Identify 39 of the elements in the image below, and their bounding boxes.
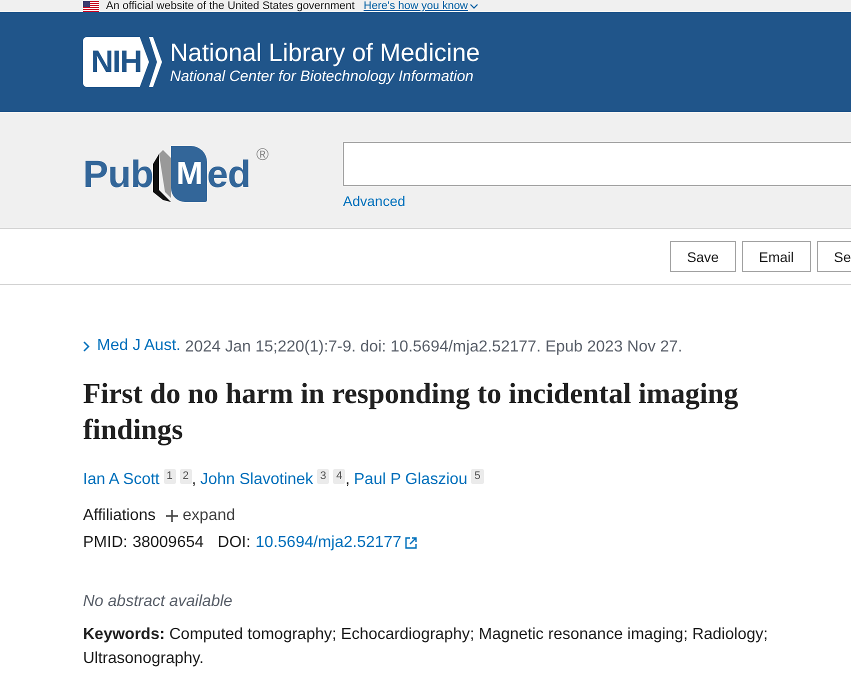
site-subtitle: National Center for Biotechnology Information (170, 68, 475, 86)
logo-text[interactable]: Pub (83, 156, 154, 194)
registered-mark: ® (256, 145, 269, 165)
author-link[interactable]: Paul P Glasziou (354, 468, 468, 492)
identifier-label: DOI: (218, 532, 251, 552)
keywords-text: Keywords: Computed tomography; Echocardiography; Magnetic resonance imaging; Radiology; Ultrasonography. (83, 624, 769, 668)
identifier-value: 38009654 (132, 532, 204, 552)
article-title: First do no harm in responding to incidental imaging findings (83, 376, 740, 448)
author-separator: , (192, 470, 196, 490)
author-link[interactable]: Ian A Scott (83, 468, 160, 492)
citation-text: Med J Aust. 2024 Jan 15;220(1):7-9. doi: 10.5694/mja2.52177. Epub 2023 Nov 27. (83, 335, 851, 358)
affiliation-number[interactable]: 5 (471, 468, 484, 484)
expand-toggle[interactable]: expand (166, 504, 236, 528)
author-separator: , (345, 470, 350, 490)
logo-text[interactable]: ed (206, 156, 250, 194)
affiliation-number[interactable]: 3 (317, 468, 330, 484)
identifier-label: PMID: (83, 532, 128, 552)
chevron-right-icon (83, 340, 90, 352)
affiliations-label: Affiliations (83, 506, 156, 526)
banner-text: An official website of the United States government (106, 0, 355, 12)
logo-letter[interactable]: M (171, 146, 207, 202)
action-button[interactable]: Save (670, 241, 736, 272)
advanced-link[interactable]: Advanced (343, 193, 406, 209)
affiliation-number[interactable]: 4 (333, 468, 346, 484)
book-icon (151, 150, 172, 202)
action-button[interactable]: Se (816, 241, 851, 272)
identifier-link[interactable]: 10.5694/mja2.52177 (256, 530, 418, 554)
affiliation-number[interactable]: 2 (180, 468, 192, 484)
site-title: National Library of Medicine (170, 38, 480, 68)
banner-link[interactable]: Here's how you know (364, 0, 478, 12)
external-link-icon (405, 536, 418, 548)
chevron-stripe-icon (149, 37, 162, 87)
search-field[interactable] (343, 142, 851, 186)
flag-icon (83, 0, 99, 12)
affiliation-number[interactable]: 1 (164, 468, 176, 484)
author-link[interactable]: John Slavotinek (200, 468, 314, 492)
abstract-note: No abstract available (83, 592, 234, 612)
journal-link[interactable]: Med J Aust. (83, 335, 181, 357)
action-button[interactable]: Email (742, 241, 811, 272)
